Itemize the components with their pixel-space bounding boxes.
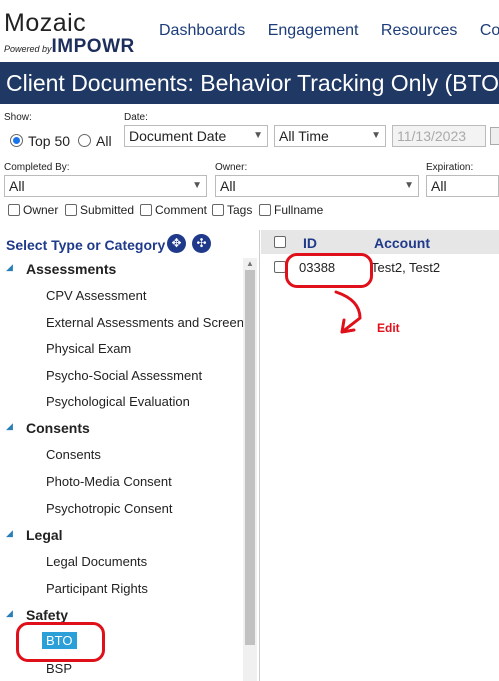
completed-by-label: Completed By: [4, 162, 70, 173]
category-assessments[interactable]: Assessments [26, 261, 116, 277]
submitted-checkbox[interactable] [65, 204, 77, 216]
list-item[interactable]: Legal Documents [46, 554, 147, 569]
calendar-icon[interactable] [490, 127, 499, 145]
owner-checkbox-label: Owner [23, 203, 59, 217]
expiration-select[interactable]: All [426, 175, 499, 197]
annotation-id-highlight [285, 253, 373, 288]
list-item[interactable]: Psychological Evaluation [46, 394, 190, 409]
expiration-label: Expiration: [426, 162, 474, 173]
list-item[interactable]: Photo-Media Consent [46, 474, 172, 489]
expand-triangle-icon[interactable]: ◢ [6, 608, 13, 619]
collapse-all-icon[interactable]: ✣ [192, 234, 211, 253]
list-item[interactable]: Physical Exam [46, 341, 131, 356]
date-label: Date: [124, 112, 148, 123]
nav-engagement[interactable]: Engagement [268, 22, 359, 40]
tags-checkbox[interactable] [212, 204, 224, 216]
column-header-id[interactable]: ID [303, 235, 317, 251]
category-panel: Select Type or Category ✥ ✣ ◢ Assessment… [0, 230, 260, 681]
logo-subtitle: Powered byIMPOWR [4, 36, 135, 58]
expand-triangle-icon[interactable]: ◢ [6, 262, 13, 273]
filters-panel: Show: Top 50 All Date: Document Date ▼ A… [0, 104, 499, 230]
chevron-down-icon: ▼ [404, 180, 414, 191]
top50-radio[interactable] [10, 134, 23, 147]
nav-dashboards[interactable]: Dashboards [159, 22, 245, 40]
category-consents[interactable]: Consents [26, 420, 90, 436]
top-navigation: Mozaic Powered byIMPOWR Dashboards Engag… [0, 0, 499, 62]
list-item[interactable]: Psychotropic Consent [46, 501, 172, 516]
list-item[interactable]: CPV Assessment [46, 288, 146, 303]
top50-label: Top 50 [28, 133, 71, 149]
logo-text: Mozaic [4, 9, 87, 37]
date-field-value: Document Date [129, 128, 227, 144]
category-legal[interactable]: Legal [26, 527, 63, 543]
completed-by-select[interactable]: All ▼ [4, 175, 207, 197]
all-radio[interactable] [78, 134, 91, 147]
expand-triangle-icon[interactable]: ◢ [6, 528, 13, 539]
nav-resources[interactable]: Resources [381, 22, 457, 40]
owner-checkbox[interactable] [8, 204, 20, 216]
owner-select[interactable]: All ▼ [215, 175, 419, 197]
category-panel-title: Select Type or Category [6, 237, 166, 253]
fullname-checkbox-label: Fullname [274, 203, 324, 217]
completed-by-value: All [9, 178, 25, 194]
date-input[interactable]: 11/13/2023 [392, 125, 486, 147]
page-title-bar: Client Documents: Behavior Tracking Only… [0, 62, 499, 104]
owner-value: All [220, 178, 236, 194]
expand-triangle-icon[interactable]: ◢ [6, 421, 13, 432]
owner-label: Owner: [215, 162, 248, 173]
documents-table: ID Account 03388 Test2, Test2 [261, 230, 499, 681]
list-item[interactable]: External Assessments and Screen [46, 315, 244, 330]
category-safety[interactable]: Safety [26, 607, 68, 623]
chevron-down-icon: ▼ [371, 130, 381, 141]
all-label: All [96, 133, 112, 149]
annotation-edit-text: Edit [377, 321, 400, 335]
page-title: Client Documents: Behavior Tracking Only… [6, 70, 499, 96]
annotation-arrow-icon [334, 290, 362, 334]
table-header: ID Account [261, 230, 499, 254]
scrollbar-thumb[interactable] [245, 270, 255, 645]
date-input-value: 11/13/2023 [397, 128, 467, 144]
annotation-bto-highlight [16, 622, 105, 662]
list-item[interactable]: Participant Rights [46, 581, 148, 596]
show-label: Show: [4, 112, 32, 123]
chevron-down-icon: ▼ [192, 180, 202, 191]
powered-by-text: Powered by [4, 44, 52, 54]
date-range-value: All Time [279, 128, 329, 144]
list-item[interactable]: BSP [46, 661, 72, 676]
app-logo[interactable]: Mozaic Powered byIMPOWR [4, 9, 134, 57]
comment-checkbox[interactable] [140, 204, 152, 216]
chevron-down-icon: ▼ [253, 130, 263, 141]
expand-all-icon[interactable]: ✥ [167, 234, 186, 253]
comment-checkbox-label: Comment [155, 203, 208, 217]
scroll-up-icon[interactable]: ▲ [246, 259, 254, 268]
column-header-account[interactable]: Account [374, 235, 430, 251]
fullname-checkbox[interactable] [259, 204, 271, 216]
category-scrollbar[interactable]: ▲ [243, 258, 257, 681]
list-item[interactable]: Consents [46, 447, 101, 462]
tags-checkbox-label: Tags [227, 203, 253, 217]
brand-text: IMPOWR [51, 36, 135, 57]
select-all-checkbox[interactable] [274, 236, 286, 248]
list-item[interactable]: Psycho-Social Assessment [46, 368, 202, 383]
expiration-value: All [431, 178, 447, 194]
category-panel-header: Select Type or Category ✥ ✣ [0, 230, 259, 258]
date-field-select[interactable]: Document Date ▼ [124, 125, 268, 147]
date-range-select[interactable]: All Time ▼ [274, 125, 386, 147]
nav-links: Dashboards Engagement Resources Com [159, 22, 499, 40]
nav-com[interactable]: Com [480, 22, 499, 40]
submitted-checkbox-label: Submitted [80, 203, 135, 217]
cell-account[interactable]: Test2, Test2 [371, 260, 440, 275]
